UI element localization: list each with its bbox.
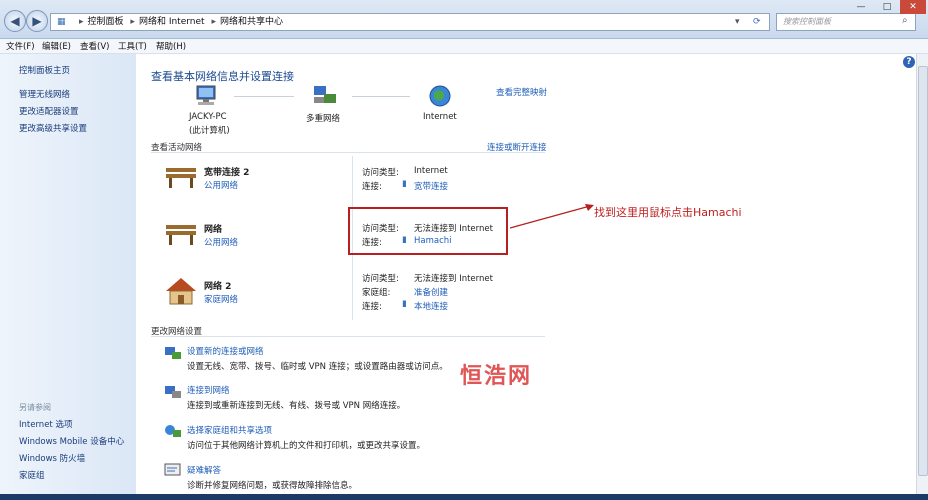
connection-label: 连接: [362,302,382,312]
window-titlebar: ◀ ▶ ▦ ▸ 控制面板 ▸ 网络和 Internet ▸ 网络和共享中心 ▾ ⟳ 搜… [0,0,928,39]
breadcrumb-network-internet[interactable]: 网络和 Internet [139,17,205,27]
connection-signal-icon: ▮ [402,299,407,309]
homegroup-label: 家庭组: [362,288,391,298]
access-type-value: Internet [414,166,448,176]
annotation-text: 找到这里用鼠标点击Hamachi [594,206,742,219]
pc-sub: (此计算机) [189,126,230,136]
connect-to-network-link[interactable]: 连接到网络 [187,384,230,396]
close-button[interactable]: ✕ [900,0,926,14]
access-type-value: 无法连接到 Internet [414,274,493,284]
menu-edit[interactable]: 编辑(E) [42,40,71,52]
network-name-2: 网络 [204,225,223,235]
setup-new-connection-link[interactable]: 设置新的连接或网络 [187,345,264,357]
connection-broadband-link[interactable]: 宽带连接 [414,180,448,192]
network-name-3: 网络 2 [204,282,232,292]
search-icon[interactable]: ⌕ [902,15,908,26]
connection-label: 连接: [362,182,382,192]
homegroup-sharing-desc: 访问位于其他网络计算机上的文件和打印机，或更改共享设置。 [187,441,426,451]
sidebar-internet-options[interactable]: Internet 选项 [19,418,72,430]
access-type-label: 访问类型: [362,168,399,178]
forward-button[interactable]: ▶ [26,10,48,32]
computer-icon [196,85,216,105]
new-connection-icon [165,347,181,359]
breadcrumb-network-sharing-center[interactable]: 网络和共享中心 [220,17,283,27]
back-button[interactable]: ◀ [4,10,26,32]
view-full-map-link[interactable]: 查看完整映射 [496,86,547,98]
menu-view[interactable]: 查看(V) [80,40,109,52]
internet-globe-icon [429,85,451,107]
annotation-arrow [509,204,594,229]
troubleshoot-link[interactable]: 疑难解答 [187,464,221,476]
sidebar: 控制面板主页 管理无线网络 更改适配器设置 更改高级共享设置 另请参阅 Inte… [0,54,136,500]
multiple-networks-icon [314,86,336,103]
watermark-text: 恒浩网 [460,364,533,389]
homegroup-ready-link[interactable]: 准备创建 [414,286,448,298]
search-input[interactable]: 搜索控制面板 [776,13,916,31]
address-bar[interactable]: ▦ ▸ 控制面板 ▸ 网络和 Internet ▸ 网络和共享中心 ▾ ⟳ [50,13,770,31]
sidebar-control-panel-home[interactable]: 控制面板主页 [19,64,70,76]
sidebar-advanced-sharing[interactable]: 更改高级共享设置 [19,122,87,134]
maximize-button[interactable]: □ [874,0,900,14]
menu-help[interactable]: 帮助(H) [156,40,186,52]
scrollbar-thumb[interactable] [918,66,928,476]
multiple-networks-label: 多重网络 [306,114,341,124]
troubleshoot-desc: 诊断并修复网络问题，或获得故障排除信息。 [187,481,358,491]
refresh-icon[interactable]: ⟳ [753,14,761,30]
sidebar-change-adapter[interactable]: 更改适配器设置 [19,105,79,117]
help-icon[interactable]: ? [903,56,915,68]
dropdown-arrow-icon[interactable]: ▾ [735,14,740,30]
taskbar [0,494,928,500]
sidebar-windows-firewall[interactable]: Windows 防火墙 [19,452,85,464]
connection-local-link[interactable]: 本地连接 [414,300,448,312]
menu-bar: 文件(F) 编辑(E) 查看(V) 工具(T) 帮助(H) [0,39,928,54]
network-type-broadband[interactable]: 公用网络 [204,179,238,191]
bench-icon [166,168,196,188]
annotation-highlight-box [348,207,508,255]
access-type-label: 访问类型: [362,274,399,284]
menu-file[interactable]: 文件(F) [6,40,35,52]
network-type-2[interactable]: 公用网络 [204,236,238,248]
house-icon [166,278,196,305]
sidebar-manage-wireless[interactable]: 管理无线网络 [19,88,70,100]
network-type-3[interactable]: 家庭网络 [204,293,238,305]
sidebar-windows-mobile[interactable]: Windows Mobile 设备中心 [19,435,124,447]
connect-to-network-desc: 连接到或重新连接到无线、有线、拨号或 VPN 网络连接。 [187,401,406,411]
troubleshoot-icon [164,463,181,476]
vertical-scrollbar[interactable] [916,54,928,494]
menu-tools[interactable]: 工具(T) [118,40,147,52]
sidebar-homegroup[interactable]: 家庭组 [19,469,45,481]
pc-name: JACKY-PC [189,112,227,122]
breadcrumb-control-panel[interactable]: 控制面板 [88,17,124,27]
bench-icon [166,225,196,245]
internet-label: Internet [423,112,457,122]
setup-new-connection-desc: 设置无线、宽带、拨号、临时或 VPN 连接；或设置路由器或访问点。 [187,362,448,372]
connection-signal-icon: ▮ [402,179,407,189]
see-also-header: 另请参阅 [19,403,51,412]
control-panel-icon: ▦ [57,17,66,27]
network-name-broadband: 宽带连接 2 [204,168,250,178]
homegroup-sharing-link[interactable]: 选择家庭组和共享选项 [187,424,272,436]
connect-network-icon [165,386,181,398]
homegroup-sharing-icon [165,425,181,437]
minimize-button[interactable]: — [848,0,874,14]
page-title: 查看基本网络信息并设置连接 [151,70,294,83]
